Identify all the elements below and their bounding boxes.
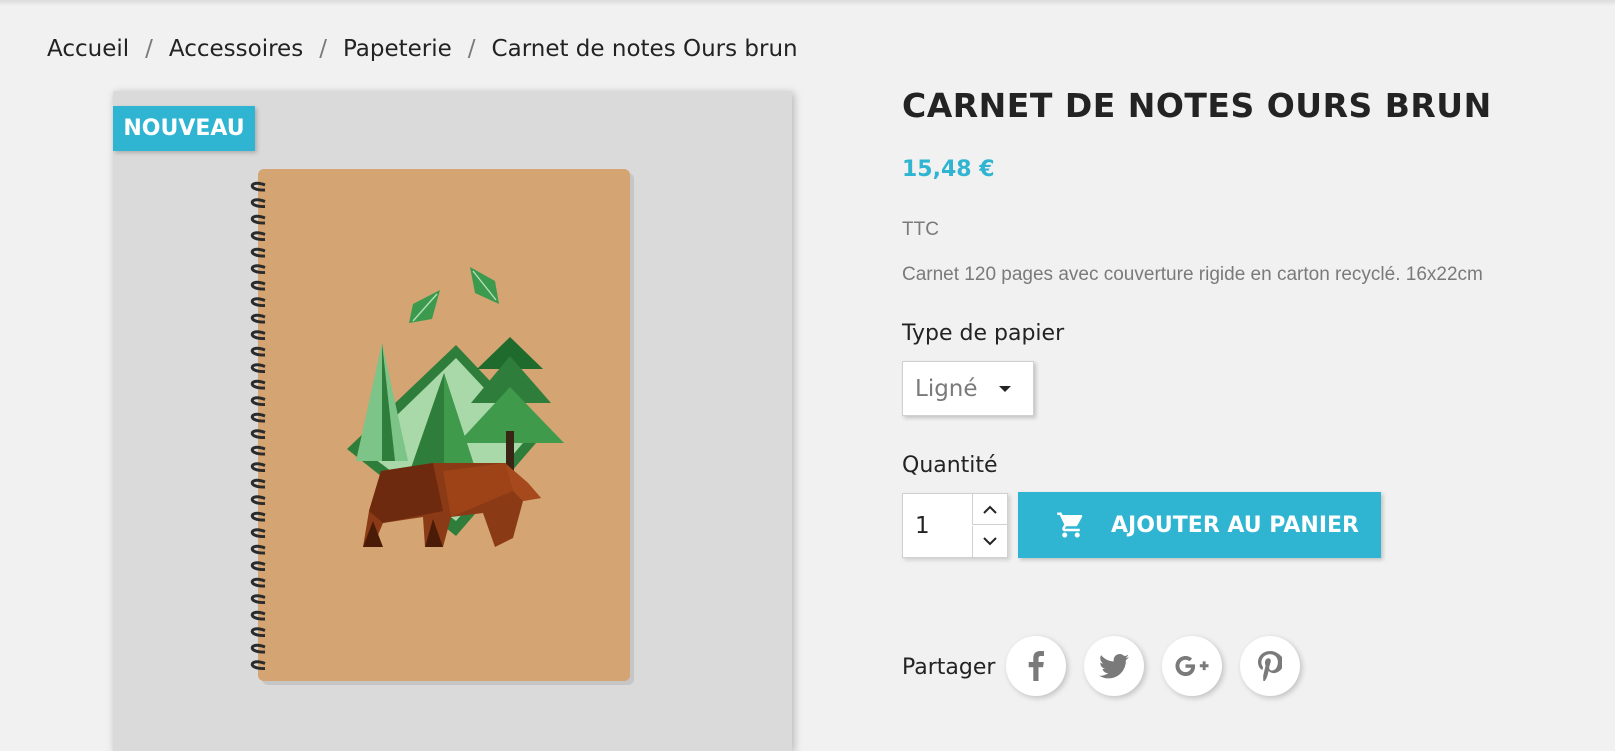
share-twitter-button[interactable] — [1084, 636, 1144, 696]
pinterest-icon — [1258, 651, 1282, 681]
quantity-increase-button[interactable] — [972, 494, 1007, 525]
share-label: Partager — [902, 655, 996, 680]
product-description: Carnet 120 pages avec couverture rigide … — [902, 264, 1483, 285]
paper-type-value: Ligné — [915, 375, 978, 402]
caret-down-icon — [999, 386, 1011, 392]
breadcrumb-separator: / — [145, 36, 153, 62]
product-image-panel[interactable] — [113, 91, 792, 751]
google-plus-icon — [1175, 656, 1209, 676]
top-shadow — [0, 0, 1615, 6]
share-google-plus-button[interactable] — [1162, 636, 1222, 696]
quantity-label: Quantité — [902, 453, 998, 478]
share-facebook-button[interactable] — [1006, 636, 1066, 696]
notebook-bear-image — [250, 169, 634, 685]
add-to-cart-button[interactable]: AJOUTER AU PANIER — [1018, 492, 1381, 558]
cart-icon — [1055, 510, 1087, 540]
quantity-stepper — [902, 493, 1008, 558]
breadcrumb-accessoires[interactable]: Accessoires — [169, 36, 303, 62]
breadcrumb-separator: / — [467, 36, 476, 62]
breadcrumb-papeterie[interactable]: Papeterie — [343, 36, 452, 62]
breadcrumb-current: Carnet de notes Ours brun — [491, 36, 798, 62]
breadcrumb-separator: / — [319, 36, 327, 62]
twitter-icon — [1099, 653, 1129, 678]
product-title: CARNET DE NOTES OURS BRUN — [902, 86, 1492, 125]
breadcrumb: Accueil / Accessoires / Papeterie / Carn… — [47, 36, 798, 62]
product-price: 15,48 € — [902, 157, 995, 182]
add-to-cart-label: AJOUTER AU PANIER — [1111, 512, 1359, 538]
paper-type-select[interactable]: Ligné — [902, 361, 1034, 416]
share-pinterest-button[interactable] — [1240, 636, 1300, 696]
facebook-icon — [1028, 651, 1044, 681]
tax-label: TTC — [902, 219, 939, 240]
quantity-decrease-button[interactable] — [972, 526, 1007, 557]
new-badge: NOUVEAU — [113, 106, 255, 151]
quantity-input[interactable] — [903, 494, 973, 557]
breadcrumb-home[interactable]: Accueil — [47, 36, 129, 62]
chevron-down-icon — [983, 537, 997, 546]
paper-type-label: Type de papier — [902, 321, 1065, 346]
chevron-up-icon — [983, 505, 997, 514]
